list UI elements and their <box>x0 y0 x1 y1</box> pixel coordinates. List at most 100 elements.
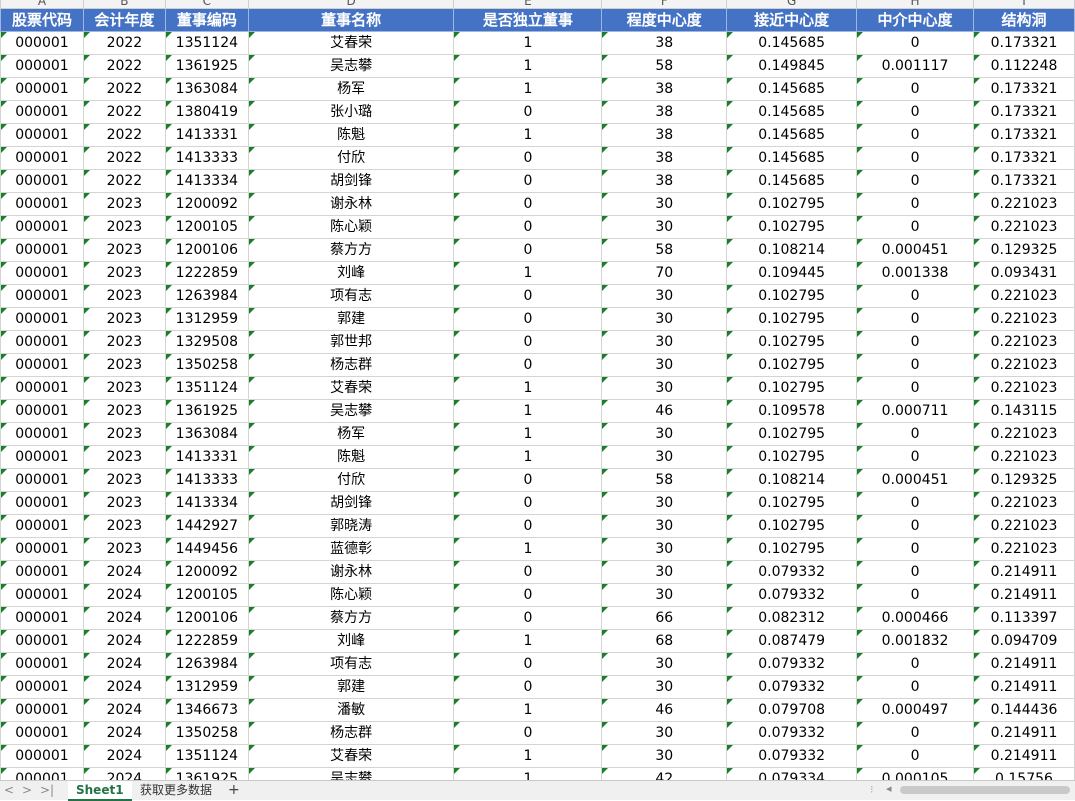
table-cell[interactable]: 0 <box>453 284 603 308</box>
table-cell[interactable]: 58 <box>601 468 728 492</box>
table-cell[interactable]: 2023 <box>82 307 166 331</box>
table-cell[interactable]: 000001 <box>0 261 84 285</box>
table-cell[interactable]: 1200106 <box>164 238 249 262</box>
table-cell[interactable]: 0.000497 <box>856 698 974 722</box>
table-cell[interactable]: 0.221023 <box>973 422 1075 446</box>
add-sheet-button[interactable]: + <box>228 781 240 799</box>
table-cell[interactable]: 0.079332 <box>726 652 858 676</box>
table-cell[interactable]: 2023 <box>82 330 166 354</box>
table-cell[interactable]: 0 <box>453 583 603 607</box>
table-cell[interactable]: 2023 <box>82 445 166 469</box>
table-cell[interactable]: 0.112248 <box>973 54 1075 78</box>
table-cell[interactable]: 1263984 <box>164 284 249 308</box>
table-cell[interactable]: 42 <box>601 767 728 780</box>
table-cell[interactable]: 0 <box>453 215 603 239</box>
table-cell[interactable]: 000001 <box>0 100 84 124</box>
table-cell[interactable]: 吴志攀 <box>247 399 455 423</box>
table-cell[interactable]: 0.221023 <box>973 491 1075 515</box>
table-cell[interactable]: 项有志 <box>247 284 455 308</box>
table-cell[interactable]: 0.079332 <box>726 583 858 607</box>
table-cell[interactable]: 0 <box>453 100 603 124</box>
table-cell[interactable]: 2022 <box>82 77 166 101</box>
table-cell[interactable]: 0.000711 <box>856 399 974 423</box>
column-header[interactable]: 结构洞 <box>973 8 1075 32</box>
table-cell[interactable]: 000001 <box>0 307 84 331</box>
table-cell[interactable]: 1 <box>453 123 603 147</box>
table-cell[interactable]: 1350258 <box>164 353 249 377</box>
table-cell[interactable]: 0.221023 <box>973 330 1075 354</box>
table-cell[interactable]: 0.221023 <box>973 307 1075 331</box>
table-cell[interactable]: 1413331 <box>164 123 249 147</box>
table-cell[interactable]: 胡剑锋 <box>247 491 455 515</box>
table-cell[interactable]: 0.000451 <box>856 468 974 492</box>
table-cell[interactable]: 吴志攀 <box>247 767 455 780</box>
table-cell[interactable]: 0.102795 <box>726 445 858 469</box>
table-cell[interactable]: 付欣 <box>247 468 455 492</box>
table-cell[interactable]: 0.214911 <box>973 721 1075 745</box>
table-cell[interactable]: 30 <box>601 744 728 768</box>
table-cell[interactable]: 000001 <box>0 146 84 170</box>
table-cell[interactable]: 38 <box>601 123 728 147</box>
table-cell[interactable]: 0 <box>453 468 603 492</box>
table-cell[interactable]: 1222859 <box>164 261 249 285</box>
table-cell[interactable]: 000001 <box>0 629 84 653</box>
table-cell[interactable]: 0.079708 <box>726 698 858 722</box>
tab-sheet1[interactable]: Sheet1 <box>68 781 132 801</box>
table-cell[interactable]: 0 <box>453 192 603 216</box>
table-cell[interactable]: 0.102795 <box>726 192 858 216</box>
table-cell[interactable]: 1 <box>453 399 603 423</box>
table-cell[interactable]: 000001 <box>0 606 84 630</box>
table-cell[interactable]: 0.102795 <box>726 330 858 354</box>
table-cell[interactable]: 2023 <box>82 238 166 262</box>
table-cell[interactable]: 000001 <box>0 514 84 538</box>
prev-sheet-icon[interactable]: < <box>4 783 14 797</box>
table-cell[interactable]: 30 <box>601 583 728 607</box>
table-cell[interactable]: 0.221023 <box>973 215 1075 239</box>
table-cell[interactable]: 0.094709 <box>973 629 1075 653</box>
table-cell[interactable]: 000001 <box>0 468 84 492</box>
table-cell[interactable]: 000001 <box>0 169 84 193</box>
table-cell[interactable]: 1346673 <box>164 698 249 722</box>
table-cell[interactable]: 0.214911 <box>973 583 1075 607</box>
last-sheet-icon[interactable]: >| <box>40 783 54 797</box>
table-cell[interactable]: 30 <box>601 330 728 354</box>
table-cell[interactable]: 0.082312 <box>726 606 858 630</box>
table-cell[interactable]: 0.221023 <box>973 192 1075 216</box>
table-cell[interactable]: 2023 <box>82 261 166 285</box>
table-cell[interactable]: 1200106 <box>164 606 249 630</box>
table-cell[interactable]: 0.143115 <box>973 399 1075 423</box>
table-cell[interactable]: 2024 <box>82 721 166 745</box>
table-cell[interactable]: 000001 <box>0 330 84 354</box>
table-cell[interactable]: 0.001117 <box>856 54 974 78</box>
table-cell[interactable]: 2022 <box>82 100 166 124</box>
table-cell[interactable]: 0.079332 <box>726 721 858 745</box>
table-cell[interactable]: 谢永林 <box>247 560 455 584</box>
table-cell[interactable]: 0 <box>856 583 974 607</box>
table-cell[interactable]: 0.102795 <box>726 215 858 239</box>
table-cell[interactable]: 0 <box>856 215 974 239</box>
table-cell[interactable]: 潘敏 <box>247 698 455 722</box>
table-cell[interactable]: 0.145685 <box>726 123 858 147</box>
table-cell[interactable]: 30 <box>601 307 728 331</box>
table-cell[interactable]: 30 <box>601 192 728 216</box>
table-cell[interactable]: 0 <box>856 422 974 446</box>
table-cell[interactable]: 陈魁 <box>247 445 455 469</box>
table-cell[interactable]: 000001 <box>0 698 84 722</box>
table-cell[interactable]: 0 <box>453 514 603 538</box>
table-cell[interactable]: 0 <box>856 652 974 676</box>
table-cell[interactable]: 0.145685 <box>726 77 858 101</box>
table-cell[interactable]: 38 <box>601 31 728 55</box>
table-cell[interactable]: 1 <box>453 261 603 285</box>
table-cell[interactable]: 1 <box>453 767 603 780</box>
table-cell[interactable]: 30 <box>601 353 728 377</box>
table-cell[interactable]: 1 <box>453 376 603 400</box>
tab-get-more-data[interactable]: 获取更多数据 <box>132 781 220 799</box>
column-header[interactable]: 程度中心度 <box>601 8 728 32</box>
table-cell[interactable]: 0 <box>856 100 974 124</box>
table-cell[interactable]: 0 <box>453 560 603 584</box>
table-cell[interactable]: 0 <box>856 284 974 308</box>
table-cell[interactable]: 0.102795 <box>726 307 858 331</box>
table-cell[interactable]: 0.109578 <box>726 399 858 423</box>
table-cell[interactable]: 2024 <box>82 606 166 630</box>
table-cell[interactable]: 项有志 <box>247 652 455 676</box>
